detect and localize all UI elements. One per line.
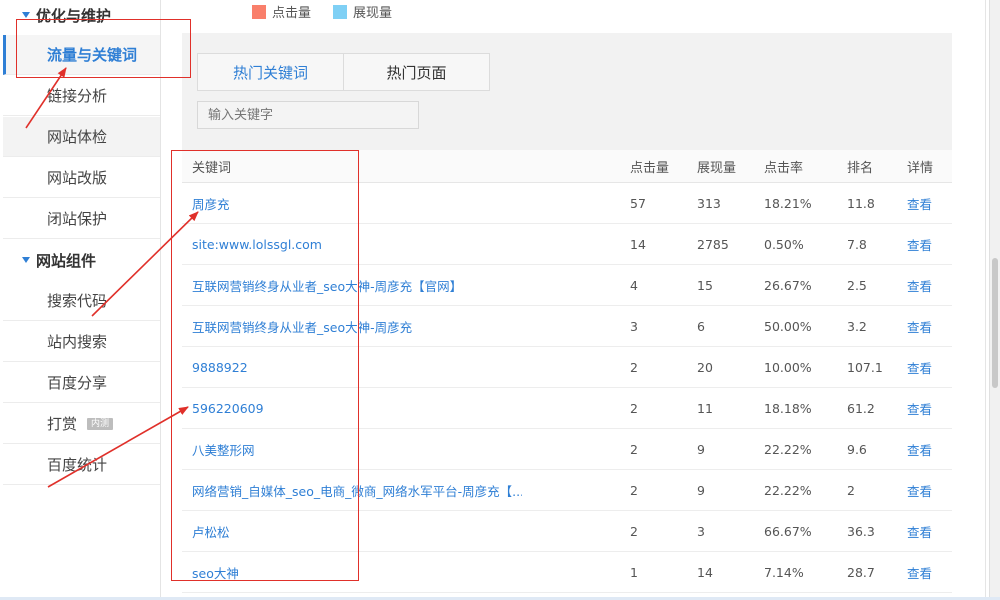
- rank-cell: 107.1: [847, 347, 883, 387]
- sidebar-group-label: 网站组件: [36, 250, 96, 271]
- sidebar-item-label: 网站改版: [47, 167, 107, 188]
- view-detail-link[interactable]: 查看: [907, 224, 932, 264]
- view-detail-link[interactable]: 查看: [907, 265, 932, 305]
- clicks-cell: 2: [630, 511, 638, 551]
- header-impressions[interactable]: 展现量: [697, 150, 736, 182]
- sidebar-item-tip[interactable]: 打赏 内测: [3, 404, 160, 444]
- view-detail-link[interactable]: 查看: [907, 470, 932, 510]
- impressions-cell: 3: [697, 511, 705, 551]
- clicks-cell: 2: [630, 429, 638, 469]
- impressions-cell: 9: [697, 429, 705, 469]
- clicks-cell: 57: [630, 183, 646, 223]
- legend-item-clicks[interactable]: 点击量: [252, 2, 311, 21]
- clicks-cell: 1: [630, 552, 638, 592]
- sidebar-item-label: 站内搜索: [47, 331, 107, 352]
- ctr-cell: 50.00%: [764, 306, 812, 346]
- sidebar-item-label: 搜索代码: [47, 290, 107, 311]
- sidebar-item-site-search[interactable]: 站内搜索: [3, 322, 160, 362]
- sidebar-item-site-checkup[interactable]: 网站体检: [3, 117, 160, 157]
- vertical-scrollbar[interactable]: [989, 0, 1000, 600]
- legend-label-clicks: 点击量: [272, 2, 311, 21]
- rank-cell: 36.3: [847, 511, 875, 551]
- beta-badge: 内测: [87, 418, 113, 430]
- annotation-box-sidebar: [16, 19, 191, 78]
- ctr-cell: 0.50%: [764, 224, 804, 264]
- ctr-cell: 10.00%: [764, 347, 812, 387]
- view-detail-link[interactable]: 查看: [907, 183, 932, 223]
- header-ctr[interactable]: 点击率: [764, 150, 803, 182]
- ctr-cell: 66.67%: [764, 511, 812, 551]
- ctr-cell: 22.22%: [764, 429, 812, 469]
- impressions-cell: 313: [697, 183, 721, 223]
- view-detail-link[interactable]: 查看: [907, 347, 932, 387]
- impressions-cell: 2785: [697, 224, 729, 264]
- rank-cell: 2: [847, 470, 855, 510]
- ctr-cell: 18.21%: [764, 183, 812, 223]
- clicks-cell: 4: [630, 265, 638, 305]
- rank-cell: 11.8: [847, 183, 875, 223]
- view-detail-link[interactable]: 查看: [907, 388, 932, 428]
- sidebar-item-label: 百度统计: [47, 454, 107, 475]
- impressions-cell: 14: [697, 552, 713, 592]
- tab-hot-pages[interactable]: 热门页面: [344, 54, 489, 90]
- clicks-cell: 2: [630, 388, 638, 428]
- legend-label-impressions: 展现量: [353, 2, 392, 21]
- clicks-cell: 14: [630, 224, 646, 264]
- sidebar-item-search-code[interactable]: 搜索代码: [3, 281, 160, 321]
- caret-down-icon: [22, 257, 30, 263]
- legend-swatch-clicks: [252, 5, 266, 19]
- sidebar-group-components[interactable]: 网站组件: [0, 245, 160, 275]
- tab-bar: 热门关键词 热门页面: [197, 53, 490, 91]
- keyword-search-input[interactable]: [197, 101, 419, 129]
- view-detail-link[interactable]: 查看: [907, 306, 932, 346]
- sidebar-item-link-analysis[interactable]: 链接分析: [3, 76, 160, 116]
- impressions-cell: 11: [697, 388, 713, 428]
- sidebar-item-label: 闭站保护: [47, 208, 107, 229]
- caret-down-icon: [22, 12, 30, 18]
- sidebar-item-label: 网站体检: [47, 126, 107, 147]
- sidebar: 优化与维护 流量与关键词 链接分析 网站体检 网站改版 闭站保护 网站组件 搜索…: [0, 0, 161, 600]
- rank-cell: 9.6: [847, 429, 867, 469]
- header-rank[interactable]: 排名: [847, 150, 873, 182]
- impressions-cell: 15: [697, 265, 713, 305]
- impressions-cell: 6: [697, 306, 705, 346]
- rank-cell: 2.5: [847, 265, 867, 305]
- sidebar-item-site-closure-protection[interactable]: 闭站保护: [3, 199, 160, 239]
- ctr-cell: 26.67%: [764, 265, 812, 305]
- filter-panel: [182, 33, 952, 151]
- ctr-cell: 7.14%: [764, 552, 804, 592]
- impressions-cell: 9: [697, 470, 705, 510]
- ctr-cell: 22.22%: [764, 470, 812, 510]
- sidebar-item-label: 百度分享: [47, 372, 107, 393]
- view-detail-link[interactable]: 查看: [907, 552, 932, 592]
- chart-legend: 点击量 展现量: [252, 2, 414, 21]
- sidebar-item-baidu-stats[interactable]: 百度统计: [3, 445, 160, 485]
- rank-cell: 3.2: [847, 306, 867, 346]
- header-detail: 详情: [907, 150, 933, 182]
- sidebar-item-baidu-share[interactable]: 百度分享: [3, 363, 160, 403]
- header-clicks[interactable]: 点击量: [630, 150, 669, 182]
- rank-cell: 61.2: [847, 388, 875, 428]
- content-edge: [985, 0, 986, 600]
- sidebar-item-site-revision[interactable]: 网站改版: [3, 158, 160, 198]
- rank-cell: 7.8: [847, 224, 867, 264]
- sidebar-item-label: 打赏: [47, 413, 77, 434]
- view-detail-link[interactable]: 查看: [907, 429, 932, 469]
- ctr-cell: 18.18%: [764, 388, 812, 428]
- clicks-cell: 3: [630, 306, 638, 346]
- legend-item-impressions[interactable]: 展现量: [333, 2, 392, 21]
- sidebar-item-label: 链接分析: [47, 85, 107, 106]
- clicks-cell: 2: [630, 470, 638, 510]
- rank-cell: 28.7: [847, 552, 875, 592]
- scrollbar-thumb[interactable]: [992, 258, 998, 388]
- impressions-cell: 20: [697, 347, 713, 387]
- view-detail-link[interactable]: 查看: [907, 511, 932, 551]
- clicks-cell: 2: [630, 347, 638, 387]
- tab-hot-keywords[interactable]: 热门关键词: [198, 54, 344, 90]
- legend-swatch-impressions: [333, 5, 347, 19]
- annotation-box-keywords: [171, 150, 359, 581]
